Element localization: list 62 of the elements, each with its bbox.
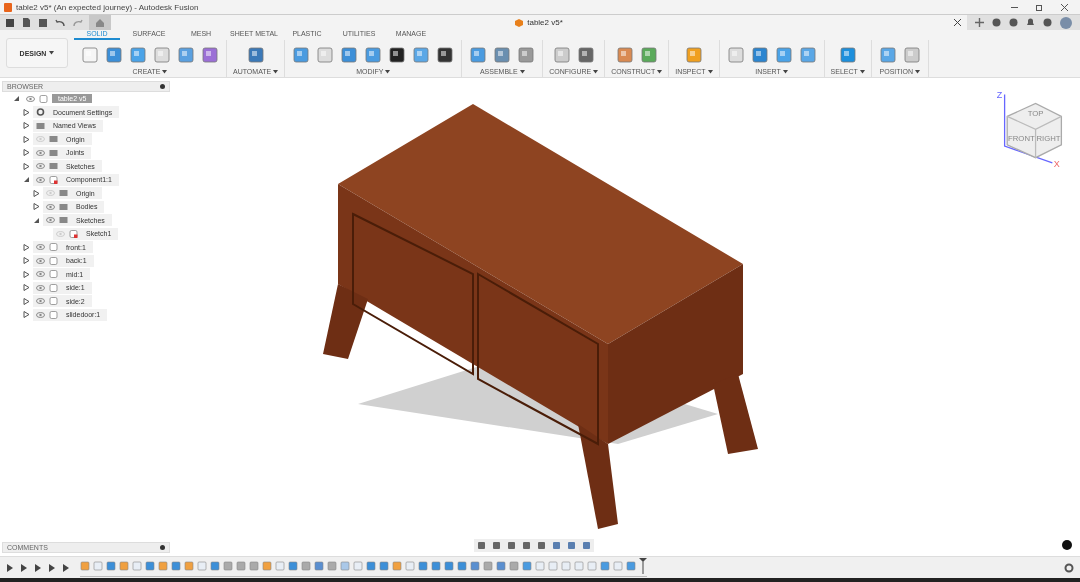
redo-icon[interactable] [73,18,83,27]
document-tab[interactable]: table2 v5* [111,15,967,30]
eye-icon[interactable] [36,244,45,251]
caret-icon [915,69,920,74]
expand-icon[interactable] [22,149,30,157]
undo-icon[interactable] [55,18,65,27]
eye-icon[interactable] [36,311,45,318]
eye-icon[interactable] [26,95,35,102]
app-logo-icon [4,2,12,12]
caret-icon [162,69,168,74]
expand-icon[interactable] [22,270,30,278]
caret-icon [859,69,865,74]
caret-icon [273,69,279,74]
caret-icon [385,69,391,74]
window-title: table2 v5* (An expected journey) - Autodesk Fusion [16,2,199,12]
expand-icon[interactable] [22,284,30,292]
document-icon [39,94,48,103]
collapse-icon[interactable] [32,216,40,224]
collapse-icon[interactable] [22,176,30,184]
eye-icon[interactable] [36,271,45,278]
home-icon [96,18,104,27]
eye-icon[interactable] [36,149,45,156]
expand-icon[interactable] [22,297,30,305]
pin-icon[interactable] [160,545,165,550]
caret-icon [593,69,599,74]
expand-icon[interactable] [22,122,30,130]
eye-icon[interactable] [36,163,45,170]
restore-icon[interactable] [1036,3,1043,11]
plus-icon[interactable] [975,18,984,27]
eye-icon[interactable] [46,217,55,224]
expand-icon[interactable] [22,108,30,116]
caret-icon [519,69,525,74]
expand-icon[interactable] [32,189,40,197]
collapse-icon[interactable] [12,95,20,103]
eye-icon[interactable] [36,298,45,305]
expand-icon[interactable] [22,243,30,251]
pin-icon[interactable] [160,84,165,89]
assembly-icon [49,310,58,319]
close-icon[interactable] [1061,3,1068,11]
play-icon[interactable] [34,563,42,572]
expand-icon[interactable] [22,257,30,265]
expand-icon[interactable] [22,135,30,143]
bell-icon[interactable] [1026,18,1035,27]
avatar-icon[interactable] [1060,16,1072,29]
close-tab-icon[interactable] [954,19,961,26]
eye-icon[interactable] [36,176,45,183]
eye-icon[interactable] [36,284,45,291]
caret-icon [707,69,713,74]
cube-icon [515,18,524,27]
caret-icon [49,51,55,55]
expand-icon[interactable] [32,203,40,211]
caret-icon [657,69,663,74]
sketch-icon [69,229,78,238]
file-icon[interactable] [22,18,31,27]
home-tab[interactable] [89,15,111,30]
caret-icon [782,69,788,74]
eye-icon[interactable] [46,203,55,210]
component-icon [49,175,58,184]
eye-icon[interactable] [36,257,45,264]
timeline-marker-icon[interactable] [639,558,647,574]
expand-icon[interactable] [22,311,30,319]
expand-icon[interactable] [22,162,30,170]
